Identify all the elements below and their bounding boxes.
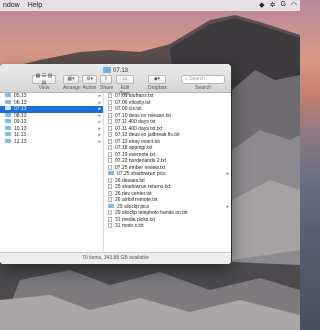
document-icon: [108, 119, 112, 124]
dropbox-label: Dropbox: [148, 85, 167, 91]
search-label: Search: [195, 85, 211, 91]
share-icon[interactable]: ⇧: [100, 75, 112, 84]
document-icon: [108, 125, 112, 131]
folder-icon: [5, 106, 11, 110]
document-icon: [108, 138, 112, 144]
document-icon: [108, 145, 112, 150]
settings-icon[interactable]: ✲: [270, 1, 276, 9]
folder-icon: [5, 125, 11, 130]
toolbar: ▦ ☰ ▥ ▤ View ▦▾ Arrange ⚙▾ Action ⇧ Shar…: [0, 73, 231, 97]
document-icon: [108, 106, 112, 111]
folder-column: 05.13 ▸ 06.13 ▸ 07.13 ▸ 08.13 ▸ 09.13 ▸ 10.13…: [0, 93, 104, 252]
file-column: 07.01 alufrans.txt 07.06 ellcelty.txt 07…: [105, 93, 231, 252]
title-bar: 07.13 ▦ ☰ ▥ ▤ View ▦▾ Arrange ⚙▾ Action …: [0, 64, 231, 97]
status-bar: 70 items, 343.88 GB available: [0, 252, 231, 264]
status-icons: ◆ ✲ G ◠: [259, 1, 297, 9]
document-icon: [108, 216, 112, 222]
document-icon: [108, 197, 112, 202]
wifi-icon[interactable]: ◠: [291, 1, 297, 9]
document-icon: [108, 177, 112, 183]
folder-icon: [102, 67, 111, 73]
document-icon: [108, 184, 112, 189]
gear-icon[interactable]: ⚙▾: [82, 75, 97, 84]
share-label: Share: [100, 85, 114, 91]
document-icon: [108, 210, 112, 215]
folder-icon: [5, 132, 11, 136]
tag-icon[interactable]: ▭: [116, 75, 134, 84]
document-icon: [108, 93, 112, 98]
dropbox-toolbar-icon[interactable]: ◆▾: [148, 75, 166, 84]
action-control[interactable]: ⚙▾ Action: [82, 75, 97, 91]
view-control[interactable]: ▦ ☰ ▥ ▤ View: [32, 73, 56, 91]
arrange-label: Arrange: [63, 85, 81, 91]
list-item[interactable]: 31 moto x.txt: [105, 223, 231, 230]
g-icon[interactable]: G: [280, 1, 285, 9]
folder-icon: [108, 203, 114, 208]
document-icon: [108, 151, 112, 157]
folder-icon: [5, 112, 11, 117]
dropbox-icon[interactable]: ◆: [259, 1, 264, 9]
folder-icon: [5, 93, 11, 97]
menu-bar: ndow Help ◆ ✲ G ◠: [0, 0, 300, 11]
folder-icon: [5, 119, 11, 123]
document-icon: [108, 223, 112, 228]
document-icon: [108, 158, 112, 163]
folder-icon: [5, 138, 11, 143]
document-icon: [108, 99, 112, 105]
menu-window[interactable]: ndow: [3, 2, 20, 9]
chevron-right-icon: ▸: [98, 138, 101, 145]
share-control[interactable]: ⇧ Share: [100, 75, 114, 91]
arrange-icon[interactable]: ▦▾: [63, 75, 79, 84]
document-icon: [108, 132, 112, 137]
view-buttons[interactable]: ▦ ☰ ▥ ▤: [32, 73, 56, 86]
menu-help[interactable]: Help: [28, 2, 42, 9]
finder-window: 07.13 ▦ ☰ ▥ ▤ View ▦▾ Arrange ⚙▾ Action …: [0, 64, 231, 264]
document-icon: [108, 164, 112, 170]
search-input[interactable]: ⌕ Search: [181, 75, 225, 84]
dropbox-control[interactable]: ◆▾ Dropbox: [148, 75, 167, 91]
document-icon: [108, 190, 112, 196]
folder-icon: [5, 99, 11, 104]
document-icon: [108, 112, 112, 118]
list-item[interactable]: 12.13 ▸: [0, 138, 103, 146]
folder-icon: [108, 171, 114, 175]
arrange-control[interactable]: ▦▾ Arrange: [63, 75, 81, 91]
action-label: Action: [82, 85, 97, 91]
